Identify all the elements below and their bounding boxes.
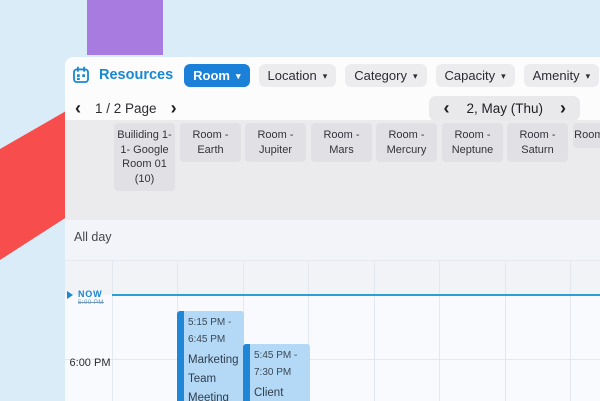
now-time-line (112, 294, 600, 296)
event-time: 5:45 PM - 7:30 PM (254, 348, 310, 381)
current-date-label: 2, May (Thu) (466, 101, 543, 116)
room-filter-label: Room (193, 68, 230, 83)
now-arrow-icon (67, 291, 73, 299)
grid-vline (112, 261, 113, 401)
chevron-down-icon: ▾ (236, 71, 241, 81)
chevron-down-icon: ▾ (501, 71, 506, 81)
chevron-down-icon: ▾ (323, 71, 328, 81)
chevron-down-icon: ▾ (586, 71, 591, 81)
resource-header-room-mercury[interactable]: Room - Mercury (376, 123, 437, 162)
page-navigation: ‹ 1 / 2 Page › (75, 101, 177, 116)
grid-vline (570, 261, 571, 401)
next-page-button[interactable]: › (171, 101, 177, 115)
resource-header-band: Builiding 1-1- Google Room 01 (10) Room … (65, 120, 600, 220)
date-navigation: ‹ 2, May (Thu) › (429, 96, 580, 121)
amenity-filter-button[interactable]: Amenity ▾ (524, 64, 600, 87)
event-title: Client Meeting (254, 384, 310, 401)
time-grid: NOW 5:00 PM 6:00 PM 5:15 PM - 6:45 PM Ma… (65, 260, 600, 401)
capacity-filter-button[interactable]: Capacity ▾ (436, 64, 515, 87)
prev-page-button[interactable]: ‹ (75, 101, 81, 115)
grid-vline (439, 261, 440, 401)
time-label-6pm: 6:00 PM (69, 357, 111, 369)
filter-label: Location (268, 68, 317, 83)
scheduler-panel: Resources Room ▾ Location ▾ Category ▾ C… (65, 57, 600, 400)
past-time-shading (65, 261, 600, 295)
all-day-label: All day (65, 220, 600, 244)
grid-vline (505, 261, 506, 401)
now-label: NOW (78, 289, 102, 299)
category-filter-button[interactable]: Category ▾ (345, 64, 426, 87)
grid-vline (374, 261, 375, 401)
page-indicator: 1 / 2 Page (95, 101, 157, 116)
resource-header-room-jupiter[interactable]: Room - Jupiter (245, 123, 306, 162)
event-marketing-team-meeting[interactable]: 5:15 PM - 6:45 PM Marketing Team Meeting (177, 311, 244, 401)
next-day-button[interactable]: › (560, 101, 566, 115)
resource-header-room-sun[interactable]: Room - Sun (573, 123, 600, 148)
filter-label: Capacity (445, 68, 496, 83)
calendar-resources-icon (72, 66, 90, 84)
chevron-down-icon: ▾ (413, 71, 418, 81)
location-filter-button[interactable]: Location ▾ (259, 64, 337, 87)
resource-header-room-neptune[interactable]: Room - Neptune (442, 123, 503, 162)
nav-row: ‹ 1 / 2 Page › ‹ 2, May (Thu) › (75, 94, 590, 122)
resource-header-room-saturn[interactable]: Room - Saturn (507, 123, 568, 162)
resource-header-room-earth[interactable]: Room - Earth (180, 123, 241, 162)
prev-day-button[interactable]: ‹ (443, 101, 449, 115)
filter-label: Amenity (533, 68, 580, 83)
toolbar: Resources Room ▾ Location ▾ Category ▾ C… (72, 62, 600, 88)
resource-header-room-mars[interactable]: Room - Mars (311, 123, 372, 162)
now-time-text: 5:00 PM (78, 300, 104, 306)
all-day-row: All day (65, 220, 600, 260)
event-client-meeting[interactable]: 5:45 PM - 7:30 PM Client Meeting (243, 344, 310, 401)
room-filter-button[interactable]: Room ▾ (184, 64, 249, 87)
resource-header-building-room-01[interactable]: Builiding 1-1- Google Room 01 (10) (114, 123, 175, 191)
grid-hline (65, 359, 600, 360)
event-time: 5:15 PM - 6:45 PM (188, 315, 244, 348)
decor-red-shape (0, 108, 66, 260)
filter-label: Category (354, 68, 407, 83)
event-title: Marketing Team Meeting (188, 351, 244, 401)
page-title: Resources (99, 67, 173, 83)
decor-purple-rect (87, 0, 163, 55)
